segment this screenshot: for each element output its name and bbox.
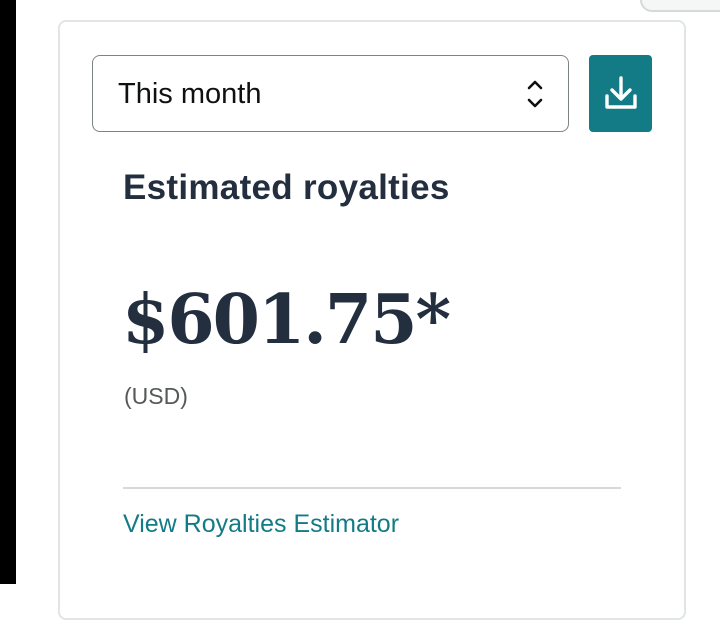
view-royalties-estimator-link[interactable]: View Royalties Estimator bbox=[123, 508, 399, 540]
currency-label: (USD) bbox=[124, 383, 188, 409]
royalties-amount: $601.75* bbox=[122, 280, 451, 360]
period-select[interactable]: This month bbox=[92, 55, 569, 132]
screen-edge bbox=[0, 0, 16, 584]
adjacent-panel-edge bbox=[640, 0, 720, 12]
up-down-chevron-icon bbox=[527, 80, 543, 108]
divider bbox=[123, 487, 621, 489]
estimated-royalties-heading: Estimated royalties bbox=[123, 168, 450, 207]
download-button[interactable] bbox=[589, 55, 652, 132]
download-icon bbox=[605, 76, 637, 109]
period-select-value: This month bbox=[118, 78, 262, 110]
